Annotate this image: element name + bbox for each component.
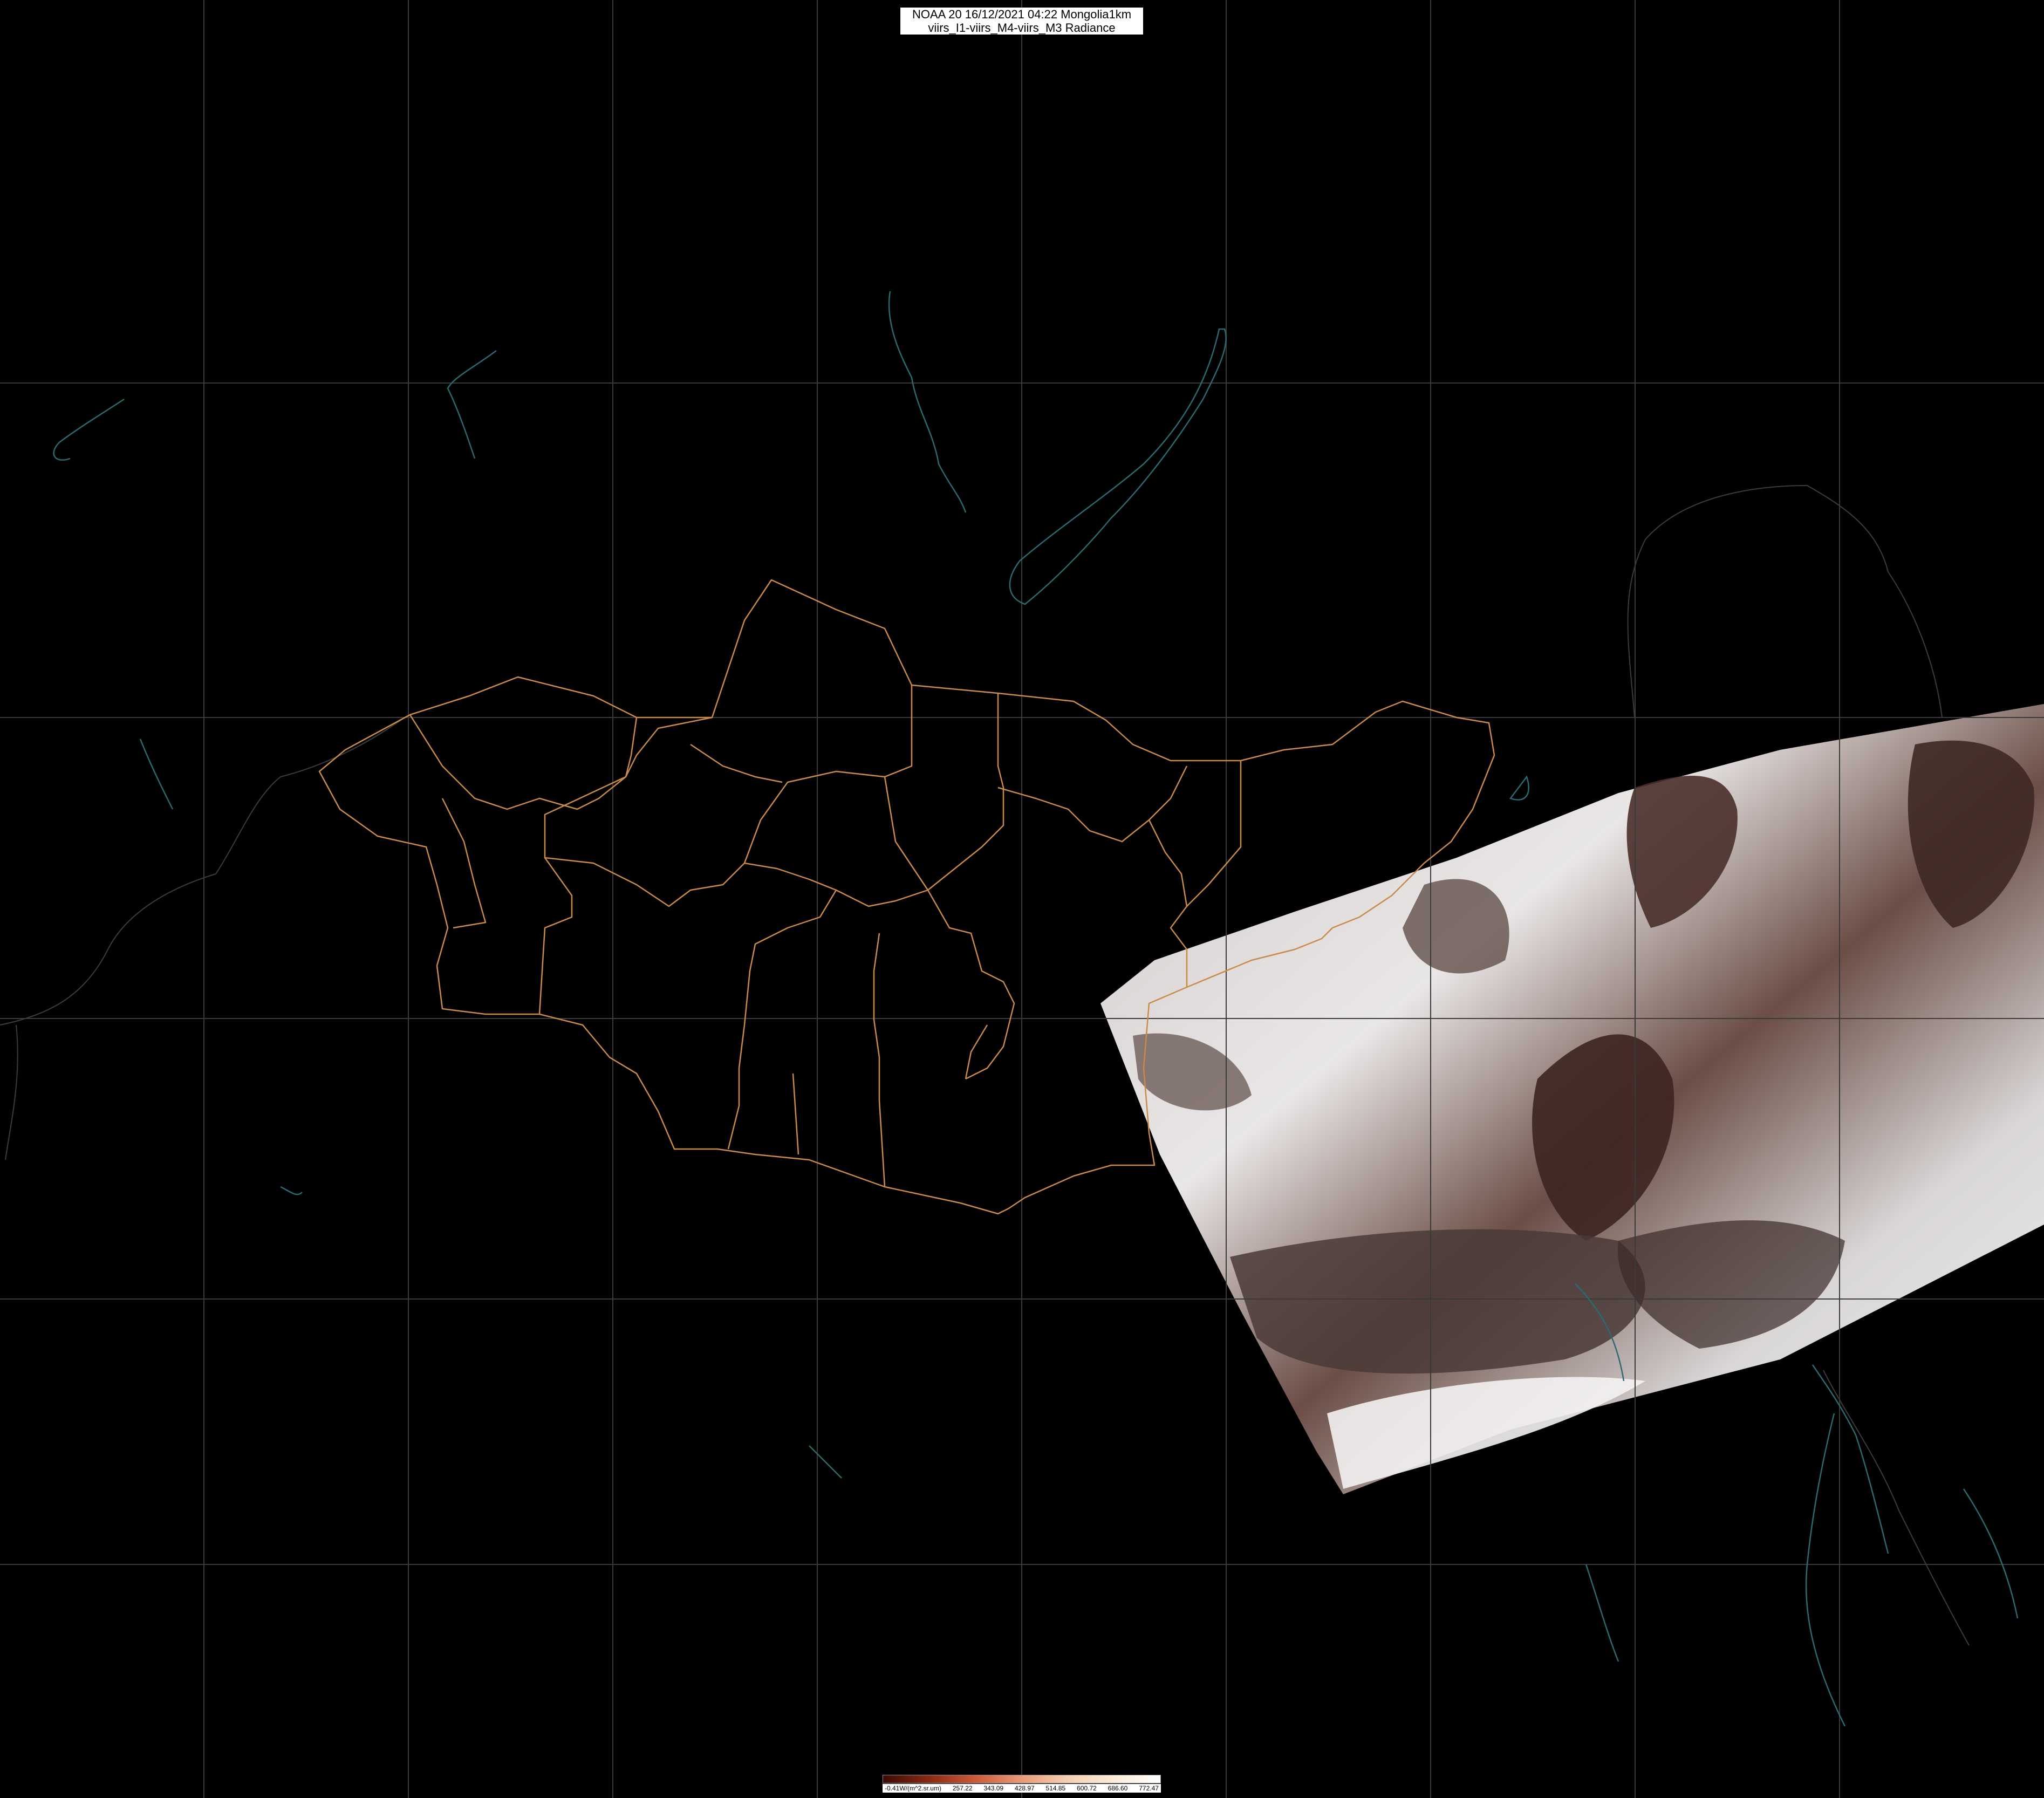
legend-label: -0.41W/(m^2.sr.um) bbox=[885, 1785, 941, 1792]
color-scale-labels: -0.41W/(m^2.sr.um) 257.22 343.09 428.97 … bbox=[883, 1784, 1161, 1793]
color-scale-bar bbox=[883, 1775, 1161, 1783]
satellite-map bbox=[0, 0, 2044, 1798]
legend-label: 343.09 bbox=[983, 1785, 1004, 1792]
legend-label: 514.85 bbox=[1045, 1785, 1066, 1792]
title-line-2: viirs_I1-viirs_M4-viirs_M3 Radiance bbox=[928, 21, 1116, 35]
title-line-1: NOAA 20 16/12/2021 04:22 Mongolia1km bbox=[912, 8, 1132, 21]
map-title: NOAA 20 16/12/2021 04:22 Mongolia1km vii… bbox=[900, 8, 1143, 35]
legend-label: 600.72 bbox=[1077, 1785, 1097, 1792]
legend-label: 257.22 bbox=[952, 1785, 973, 1792]
color-scale-legend: -0.41W/(m^2.sr.um) 257.22 343.09 428.97 … bbox=[883, 1775, 1161, 1795]
legend-label: 686.60 bbox=[1108, 1785, 1128, 1792]
legend-label: 428.97 bbox=[1014, 1785, 1035, 1792]
legend-label: 772.47 bbox=[1139, 1785, 1159, 1792]
